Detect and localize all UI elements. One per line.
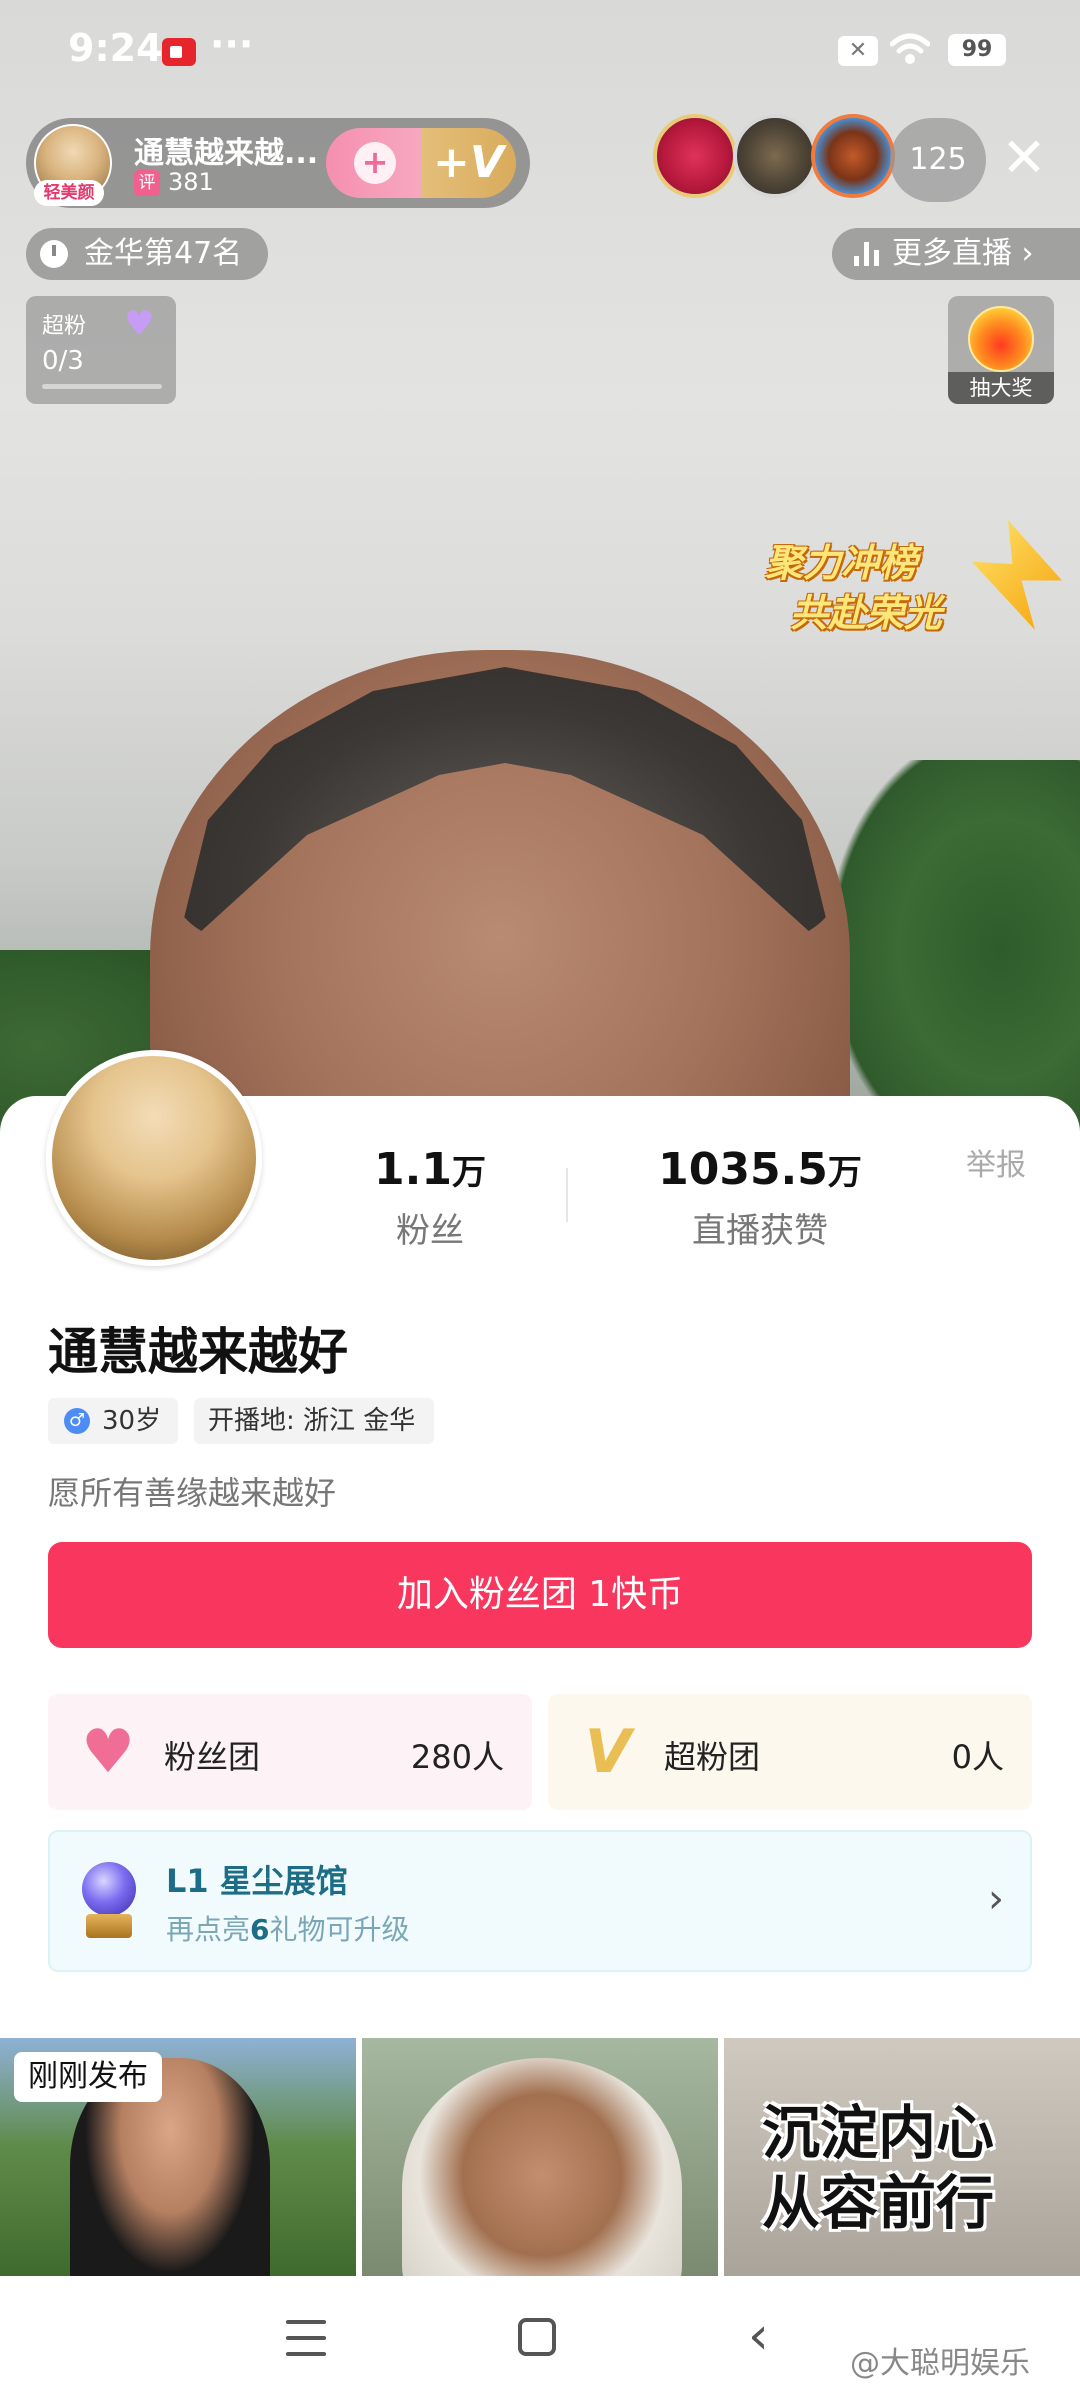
superfan-widget[interactable]: 超粉 ♥ 0/3 — [26, 296, 176, 404]
more-notifications-icon: ··· — [210, 22, 254, 66]
fan-club-count: 280人 — [410, 1738, 504, 1776]
promo-line-1: 聚力冲榜 — [765, 541, 918, 585]
location-tag: 开播地: 浙江 金华 — [194, 1398, 434, 1444]
lottery-ball-icon — [968, 306, 1034, 372]
fan-club-card[interactable]: ♥ 粉丝团 280人 — [48, 1694, 532, 1810]
rating-score: 381 — [168, 168, 214, 196]
status-time: 9:24 — [68, 26, 163, 70]
lottery-label: 抽大奖 — [948, 372, 1054, 404]
video-thumbnail[interactable]: 刚刚发布 — [0, 2038, 356, 2278]
superfan-progress-bar — [42, 384, 162, 389]
home-icon[interactable] — [518, 2318, 556, 2356]
menu-icon[interactable] — [286, 2320, 326, 2356]
local-rank-text: 金华第47名 — [84, 236, 243, 271]
top-viewer-avatar[interactable] — [733, 114, 817, 198]
superfan-club-count: 0人 — [951, 1738, 1004, 1776]
more-live-button[interactable]: 更多直播 › — [832, 228, 1080, 280]
superfan-label: 超粉 — [42, 314, 87, 339]
background-trees-right — [820, 760, 1080, 1140]
fans-count: 1.1 — [374, 1144, 452, 1195]
likes-label: 直播获赞 — [692, 1211, 828, 1251]
recent-videos: 刚刚发布 沉淀内心 从容前行 — [0, 2038, 1080, 2278]
superfan-club-label: 超粉团 — [664, 1738, 761, 1776]
chevron-right-icon: › — [988, 1876, 1004, 1922]
thumbnail-caption: 沉淀内心 从容前行 — [762, 2099, 995, 2237]
status-bar: 9:24 ··· ✕ 99 — [0, 0, 1080, 100]
likes-count: 1035.5 — [658, 1144, 828, 1195]
report-link[interactable]: 举报 — [966, 1140, 1026, 1184]
join-fan-club-button[interactable]: + — [326, 128, 421, 198]
just-posted-badge: 刚刚发布 — [14, 2052, 162, 2102]
profile-card: 1.1万 粉丝 1035.5万 直播获赞 举报 通慧越来越好 ♂ 30岁 开播地… — [0, 1050, 1080, 2278]
battery-indicator: 99 — [948, 34, 1006, 66]
top-viewer-avatar[interactable] — [653, 114, 737, 198]
more-live-label: 更多直播 › — [892, 236, 1034, 271]
bar-chart-icon — [854, 242, 880, 266]
heart-icon: ♥ — [81, 1717, 135, 1787]
ranking-promo-banner[interactable]: 聚力冲榜 共赴荣光 — [760, 520, 1062, 640]
likes-unit: 万 — [827, 1153, 862, 1193]
heart-icon: ♥ — [124, 304, 155, 344]
fans-unit: 万 — [451, 1153, 486, 1193]
host-name[interactable]: 通慧越来越... — [134, 128, 318, 172]
beauty-filter-tag: 轻美颜 — [34, 180, 104, 206]
stat-divider — [566, 1168, 568, 1222]
wifi-icon — [890, 33, 930, 64]
likes-stat[interactable]: 1035.5万 直播获赞 — [620, 1144, 900, 1252]
crystal-ball-icon — [72, 1862, 146, 1942]
profile-bio: 愿所有善缘越来越好 — [48, 1474, 337, 1512]
streamer-photo — [402, 2058, 682, 2278]
shooting-star-icon — [972, 520, 1062, 630]
join-fan-club-button[interactable]: 加入粉丝团 1快币 — [48, 1542, 1032, 1648]
male-gender-icon: ♂ — [64, 1408, 90, 1434]
superfan-progress: 0/3 — [42, 346, 84, 376]
close-icon[interactable]: ✕ — [996, 128, 1052, 188]
back-icon[interactable]: ‹ — [748, 2310, 769, 2362]
gallery-subtitle: 再点亮6礼物可升级 — [166, 1913, 410, 1946]
system-nav-bar: ‹ @大聪明娱乐 — [0, 2276, 1080, 2400]
fans-stat[interactable]: 1.1万 粉丝 — [330, 1144, 530, 1252]
profile-avatar[interactable] — [46, 1050, 262, 1266]
superfan-club-card[interactable]: V 超粉团 0人 — [548, 1694, 1032, 1810]
v-badge-icon: V — [584, 1717, 632, 1787]
viewer-count[interactable]: 125 — [890, 118, 986, 202]
sim-off-icon: ✕ — [838, 36, 878, 66]
video-thumbnail[interactable]: 沉淀内心 从容前行 — [724, 2038, 1080, 2278]
lottery-button[interactable]: 抽大奖 — [948, 296, 1054, 404]
video-thumbnail[interactable] — [362, 2038, 718, 2278]
watermark: @大聪明娱乐 — [850, 2346, 1030, 2381]
top-viewer-avatar[interactable] — [811, 114, 895, 198]
local-rank-pill[interactable]: 金华第47名 — [26, 228, 268, 280]
fans-label: 粉丝 — [396, 1211, 464, 1251]
host-info-pill[interactable]: 轻美颜 通慧越来越... 评 381 + +V — [26, 118, 530, 208]
promo-line-2: 共赴荣光 — [790, 591, 943, 635]
join-superfan-button[interactable]: +V — [421, 128, 516, 198]
join-actions[interactable]: + +V — [326, 128, 516, 198]
age-tag: ♂ 30岁 — [48, 1398, 178, 1444]
rating-icon: 评 — [134, 170, 160, 196]
gallery-title: L1 星尘展馆 — [166, 1862, 348, 1900]
age-text: 30岁 — [102, 1406, 162, 1436]
recording-icon — [162, 38, 196, 66]
fan-club-label: 粉丝团 — [164, 1738, 261, 1776]
clock-icon — [40, 240, 68, 268]
profile-name: 通慧越来越好 — [48, 1323, 348, 1381]
plus-heart-icon: + — [354, 142, 396, 184]
stardust-gallery-card[interactable]: L1 星尘展馆 再点亮6礼物可升级 › — [48, 1830, 1032, 1972]
